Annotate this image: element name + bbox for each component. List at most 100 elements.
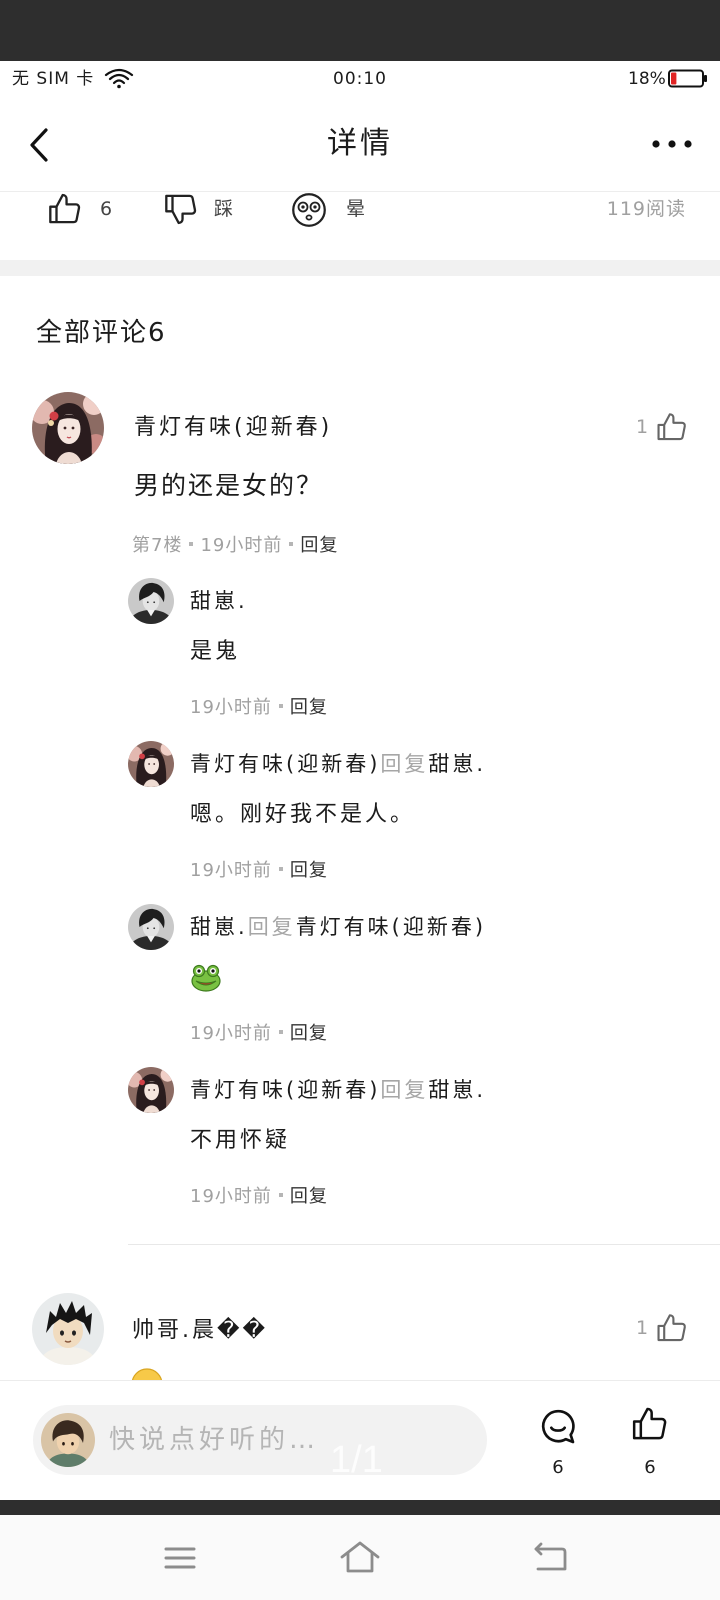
avatar[interactable]	[128, 741, 174, 787]
thumbs-up-icon	[49, 193, 81, 224]
thumbs-up-icon	[657, 413, 686, 441]
reply-item: 青灯有味(迎新春)回复甜崽. 不用怀疑 19小时前 回复	[0, 1067, 720, 1230]
comment-like-button[interactable]	[655, 411, 689, 443]
dizzy-face-icon	[292, 193, 326, 227]
comment-bubble-icon	[541, 1409, 575, 1444]
avatar[interactable]	[32, 1293, 104, 1365]
reply-header: 青灯有味(迎新春)回复甜崽.	[190, 752, 486, 776]
post-like-button[interactable]	[630, 1405, 670, 1443]
section-separator	[0, 260, 720, 276]
reply-item: 青灯有味(迎新春)回复甜崽. 嗯。刚好我不是人。 19小时前 回复	[0, 741, 720, 904]
reply-meta: 19小时前 回复	[190, 1186, 328, 1208]
avatar[interactable]	[128, 1067, 174, 1113]
like-button[interactable]	[46, 192, 86, 226]
reply-word: 回复	[380, 752, 429, 776]
comment-divider	[128, 1244, 720, 1245]
more-button[interactable]	[648, 135, 696, 153]
dizzy-button[interactable]	[290, 192, 330, 228]
reply-link[interactable]: 回复	[290, 1023, 328, 1044]
dislike-button[interactable]	[162, 192, 202, 226]
dislike-label: 踩	[214, 198, 234, 220]
reply-time: 19小时前	[190, 1186, 272, 1207]
reply-header: 甜崽.	[190, 589, 248, 613]
home-button[interactable]	[339, 1540, 381, 1574]
read-count: 119阅读	[606, 198, 686, 220]
comment-like-button[interactable]	[655, 1312, 689, 1344]
frog-emoji	[190, 961, 222, 993]
system-top-bar	[0, 0, 720, 61]
dizzy-label: 晕	[346, 198, 366, 220]
reply-author[interactable]: 青灯有味(迎新春)	[190, 752, 380, 776]
menu-button[interactable]	[163, 1545, 197, 1571]
avatar[interactable]	[128, 904, 174, 950]
reply-link[interactable]: 回复	[290, 697, 328, 718]
reply-link[interactable]: 回复	[290, 860, 328, 881]
reply-header: 甜崽.回复青灯有味(迎新春)	[190, 915, 486, 939]
battery-icon	[668, 69, 708, 89]
comment-time: 19小时前	[200, 535, 283, 556]
reply-author[interactable]: 青灯有味(迎新春)	[190, 1078, 380, 1102]
menu-icon	[164, 1547, 196, 1569]
reply-item: 甜崽. 是鬼 19小时前 回复	[0, 578, 720, 741]
avatar[interactable]	[32, 392, 104, 464]
like-count: 6	[100, 198, 113, 220]
reply-target[interactable]: 甜崽.	[428, 752, 486, 776]
reply-author[interactable]: 甜崽.	[190, 589, 248, 613]
comment-meta: 第7楼 19小时前 回复	[132, 535, 338, 557]
back-icon	[534, 1542, 567, 1571]
top-app-bar: 详情	[0, 97, 720, 192]
more-dots-icon	[652, 140, 692, 148]
comment-count: 6	[552, 1457, 564, 1478]
comment-like-count: 1	[636, 416, 649, 438]
thumbs-up-icon	[657, 1314, 686, 1342]
comments-header: 全部评论6	[36, 318, 167, 348]
system-nav-bar	[0, 1515, 720, 1600]
reply-link[interactable]: 回复	[300, 535, 338, 556]
reply-time: 19小时前	[190, 860, 272, 881]
reply-link[interactable]: 回复	[290, 1186, 328, 1207]
chevron-left-icon	[30, 128, 48, 162]
comment-item: 青灯有味(迎新春) 1 男的还是女的？ 第7楼19小时前回复 甜崽. 是鬼	[0, 392, 720, 1244]
comment-author[interactable]: 青灯有味(迎新春)	[134, 415, 332, 441]
meta-separator	[278, 704, 283, 708]
home-icon	[340, 1541, 380, 1573]
comments-button[interactable]	[537, 1407, 579, 1447]
reply-time: 19小时前	[190, 1023, 272, 1044]
system-divider-bar	[0, 1500, 720, 1515]
meta-separator	[189, 542, 194, 546]
meta-separator	[289, 542, 294, 546]
thumbs-down-icon	[165, 194, 197, 225]
current-user-avatar	[41, 1413, 95, 1467]
reply-meta: 19小时前 回复	[190, 860, 328, 882]
reply-header: 青灯有味(迎新春)回复甜崽.	[190, 1078, 486, 1102]
thumbs-up-icon	[632, 1407, 667, 1440]
status-bar: 无 SIM 卡 00:10 18%	[0, 61, 720, 97]
back-button[interactable]	[24, 125, 60, 165]
reply-target[interactable]: 甜崽.	[428, 1078, 486, 1102]
reply-meta: 19小时前 回复	[190, 1023, 328, 1045]
meta-separator	[278, 867, 283, 871]
comment-input-box[interactable]	[33, 1405, 487, 1475]
reply-text: 是鬼	[190, 639, 241, 664]
clock: 00:10	[333, 69, 387, 89]
reply-time: 19小时前	[190, 697, 272, 718]
reply-text: 嗯。刚好我不是人。	[190, 802, 416, 827]
comment-author[interactable]: 帅哥.晨��	[132, 1318, 268, 1344]
meta-separator	[278, 1193, 283, 1197]
system-back-button[interactable]	[531, 1542, 569, 1572]
wifi-icon	[104, 67, 134, 89]
page-title: 详情	[327, 126, 393, 161]
post-like-count: 6	[644, 1457, 656, 1478]
carrier-label: 无 SIM 卡	[12, 69, 95, 89]
meta-separator	[278, 1030, 283, 1034]
reply-text: 不用怀疑	[190, 1128, 291, 1153]
comment-like-count: 1	[636, 1317, 649, 1339]
page-indicator: 1/1	[330, 1439, 383, 1481]
reply-author[interactable]: 甜崽.	[190, 915, 248, 939]
reply-target[interactable]: 青灯有味(迎新春)	[296, 915, 486, 939]
avatar[interactable]	[128, 578, 174, 624]
battery-percent: 18%	[628, 69, 666, 89]
reply-meta: 19小时前 回复	[190, 697, 328, 719]
reaction-bar: 6 踩 晕 119阅读	[0, 192, 720, 260]
comment-input[interactable]	[109, 1420, 469, 1460]
